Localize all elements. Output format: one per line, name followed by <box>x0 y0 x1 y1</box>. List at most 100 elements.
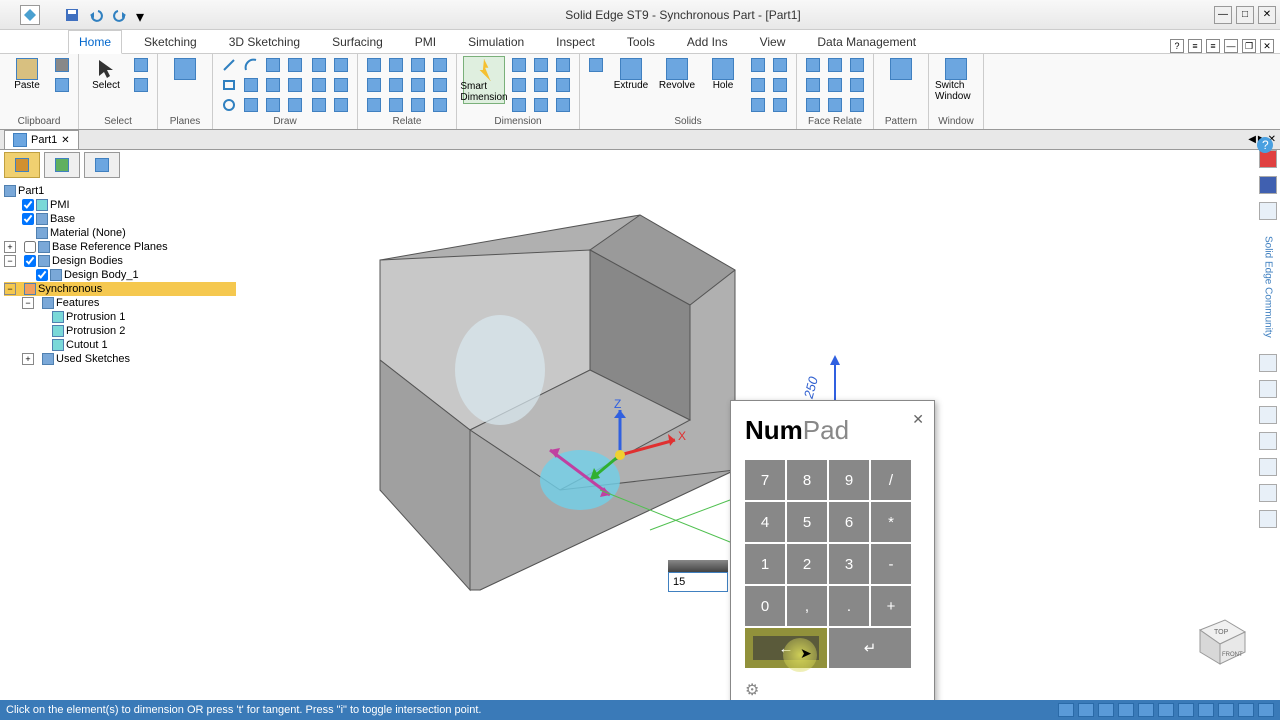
status-icon-9[interactable] <box>1218 703 1234 717</box>
status-icon-2[interactable] <box>1078 703 1094 717</box>
hole-button[interactable]: Hole <box>702 56 744 91</box>
relate-7-icon[interactable] <box>408 76 428 94</box>
context-help-icon[interactable]: ? <box>1256 136 1274 159</box>
key-8[interactable]: 8 <box>787 460 827 500</box>
status-icon-7[interactable] <box>1178 703 1194 717</box>
switch-window-button[interactable]: Switch Window <box>935 56 977 102</box>
key-9[interactable]: 9 <box>829 460 869 500</box>
key-1[interactable]: 1 <box>745 544 785 584</box>
side-icon-5[interactable] <box>1259 380 1277 398</box>
expand-icon[interactable]: + <box>4 241 16 253</box>
solids-6-icon[interactable] <box>770 96 790 114</box>
relate-8-icon[interactable] <box>430 76 450 94</box>
solids-2-icon[interactable] <box>770 56 790 74</box>
app-menu-button[interactable] <box>0 5 60 25</box>
face-8-icon[interactable] <box>825 96 845 114</box>
tree-item[interactable]: Cutout 1 <box>66 339 108 351</box>
draw-11-icon[interactable] <box>263 96 283 114</box>
select-button[interactable]: Select <box>85 56 127 91</box>
key-0[interactable]: 0 <box>745 586 785 626</box>
status-icon-11[interactable] <box>1258 703 1274 717</box>
side-icon-8[interactable] <box>1259 458 1277 476</box>
tree-item-synchronous[interactable]: Synchronous <box>38 283 102 295</box>
side-icon-6[interactable] <box>1259 406 1277 424</box>
select-opt-1-icon[interactable] <box>131 56 151 74</box>
tab-3d-sketching[interactable]: 3D Sketching <box>219 31 310 53</box>
cut-icon[interactable] <box>52 56 72 74</box>
relate-1-icon[interactable] <box>364 56 384 74</box>
draw-8-icon[interactable] <box>285 76 305 94</box>
side-icon-7[interactable] <box>1259 432 1277 450</box>
key-multiply[interactable]: * <box>871 502 911 542</box>
face-7-icon[interactable] <box>803 96 823 114</box>
draw-7-icon[interactable] <box>263 76 283 94</box>
key-6[interactable]: 6 <box>829 502 869 542</box>
key-3[interactable]: 3 <box>829 544 869 584</box>
solids-5-icon[interactable] <box>748 96 768 114</box>
close-button[interactable]: ✕ <box>1258 6 1276 24</box>
status-icon-4[interactable] <box>1118 703 1134 717</box>
tree-item[interactable]: PMI <box>50 199 70 211</box>
side-icon-4[interactable] <box>1259 354 1277 372</box>
tree-item[interactable]: Features <box>56 297 99 309</box>
solids-opt-1-icon[interactable] <box>586 56 606 74</box>
tree-check-bodies[interactable] <box>24 255 36 267</box>
side-icon-10[interactable] <box>1259 510 1277 528</box>
line-icon[interactable] <box>219 56 239 74</box>
facebook-icon[interactable] <box>1259 176 1277 194</box>
view-cube[interactable]: TOP FRONT <box>1190 610 1250 670</box>
tree-check-body1[interactable] <box>36 269 48 281</box>
key-plus[interactable]: + <box>871 586 911 626</box>
solids-3-icon[interactable] <box>748 76 768 94</box>
key-4[interactable]: 4 <box>745 502 785 542</box>
tree-check-base[interactable] <box>22 213 34 225</box>
status-icon-5[interactable] <box>1138 703 1154 717</box>
draw-14-icon[interactable] <box>331 56 351 74</box>
pattern-button[interactable] <box>880 56 922 80</box>
document-tab[interactable]: Part1 ✕ <box>4 130 79 149</box>
draw-6-icon[interactable] <box>241 76 261 94</box>
doc-close-icon[interactable]: ✕ <box>1260 39 1274 53</box>
tab-tools[interactable]: Tools <box>617 31 665 53</box>
close-doc-icon[interactable]: ✕ <box>61 135 69 146</box>
face-9-icon[interactable] <box>847 96 867 114</box>
face-6-icon[interactable] <box>847 76 867 94</box>
tab-surfacing[interactable]: Surfacing <box>322 31 393 53</box>
collapse-icon[interactable]: − <box>22 297 34 309</box>
dim-4-icon[interactable] <box>509 76 529 94</box>
tree-check-pmi[interactable] <box>22 199 34 211</box>
face-5-icon[interactable] <box>825 76 845 94</box>
circle-icon[interactable] <box>219 96 239 114</box>
fillet-icon[interactable] <box>263 56 283 74</box>
extrude-button[interactable]: Extrude <box>610 56 652 91</box>
select-opt-2-icon[interactable] <box>131 76 151 94</box>
ribbon-opt-1-icon[interactable]: ≡ <box>1188 39 1202 53</box>
arc-icon[interactable] <box>241 56 261 74</box>
tab-data-management[interactable]: Data Management <box>807 31 926 53</box>
doc-restore-icon[interactable]: ❐ <box>1242 39 1256 53</box>
relate-3-icon[interactable] <box>408 56 428 74</box>
draw-18-icon[interactable] <box>331 96 351 114</box>
dim-3-icon[interactable] <box>553 56 573 74</box>
maximize-button[interactable]: □ <box>1236 6 1254 24</box>
minimize-button[interactable]: — <box>1214 6 1232 24</box>
smart-dimension-button[interactable]: Smart Dimension <box>463 56 505 104</box>
side-icon-3[interactable] <box>1259 202 1277 220</box>
save-icon[interactable] <box>64 7 80 23</box>
relate-12-icon[interactable] <box>430 96 450 114</box>
paste-button[interactable]: Paste <box>6 56 48 91</box>
mode-btn-2[interactable] <box>44 152 80 178</box>
tree-item[interactable]: Base Reference Planes <box>52 241 168 253</box>
status-icon-10[interactable] <box>1238 703 1254 717</box>
side-icon-9[interactable] <box>1259 484 1277 502</box>
relate-9-icon[interactable] <box>364 96 384 114</box>
key-7[interactable]: 7 <box>745 460 785 500</box>
rectangle-icon[interactable] <box>219 76 239 94</box>
face-3-icon[interactable] <box>847 56 867 74</box>
draw-12-icon[interactable] <box>285 96 305 114</box>
key-5[interactable]: 5 <box>787 502 827 542</box>
dim-6-icon[interactable] <box>553 76 573 94</box>
relate-5-icon[interactable] <box>364 76 384 94</box>
dim-9-icon[interactable] <box>553 96 573 114</box>
tab-view[interactable]: View <box>750 31 796 53</box>
